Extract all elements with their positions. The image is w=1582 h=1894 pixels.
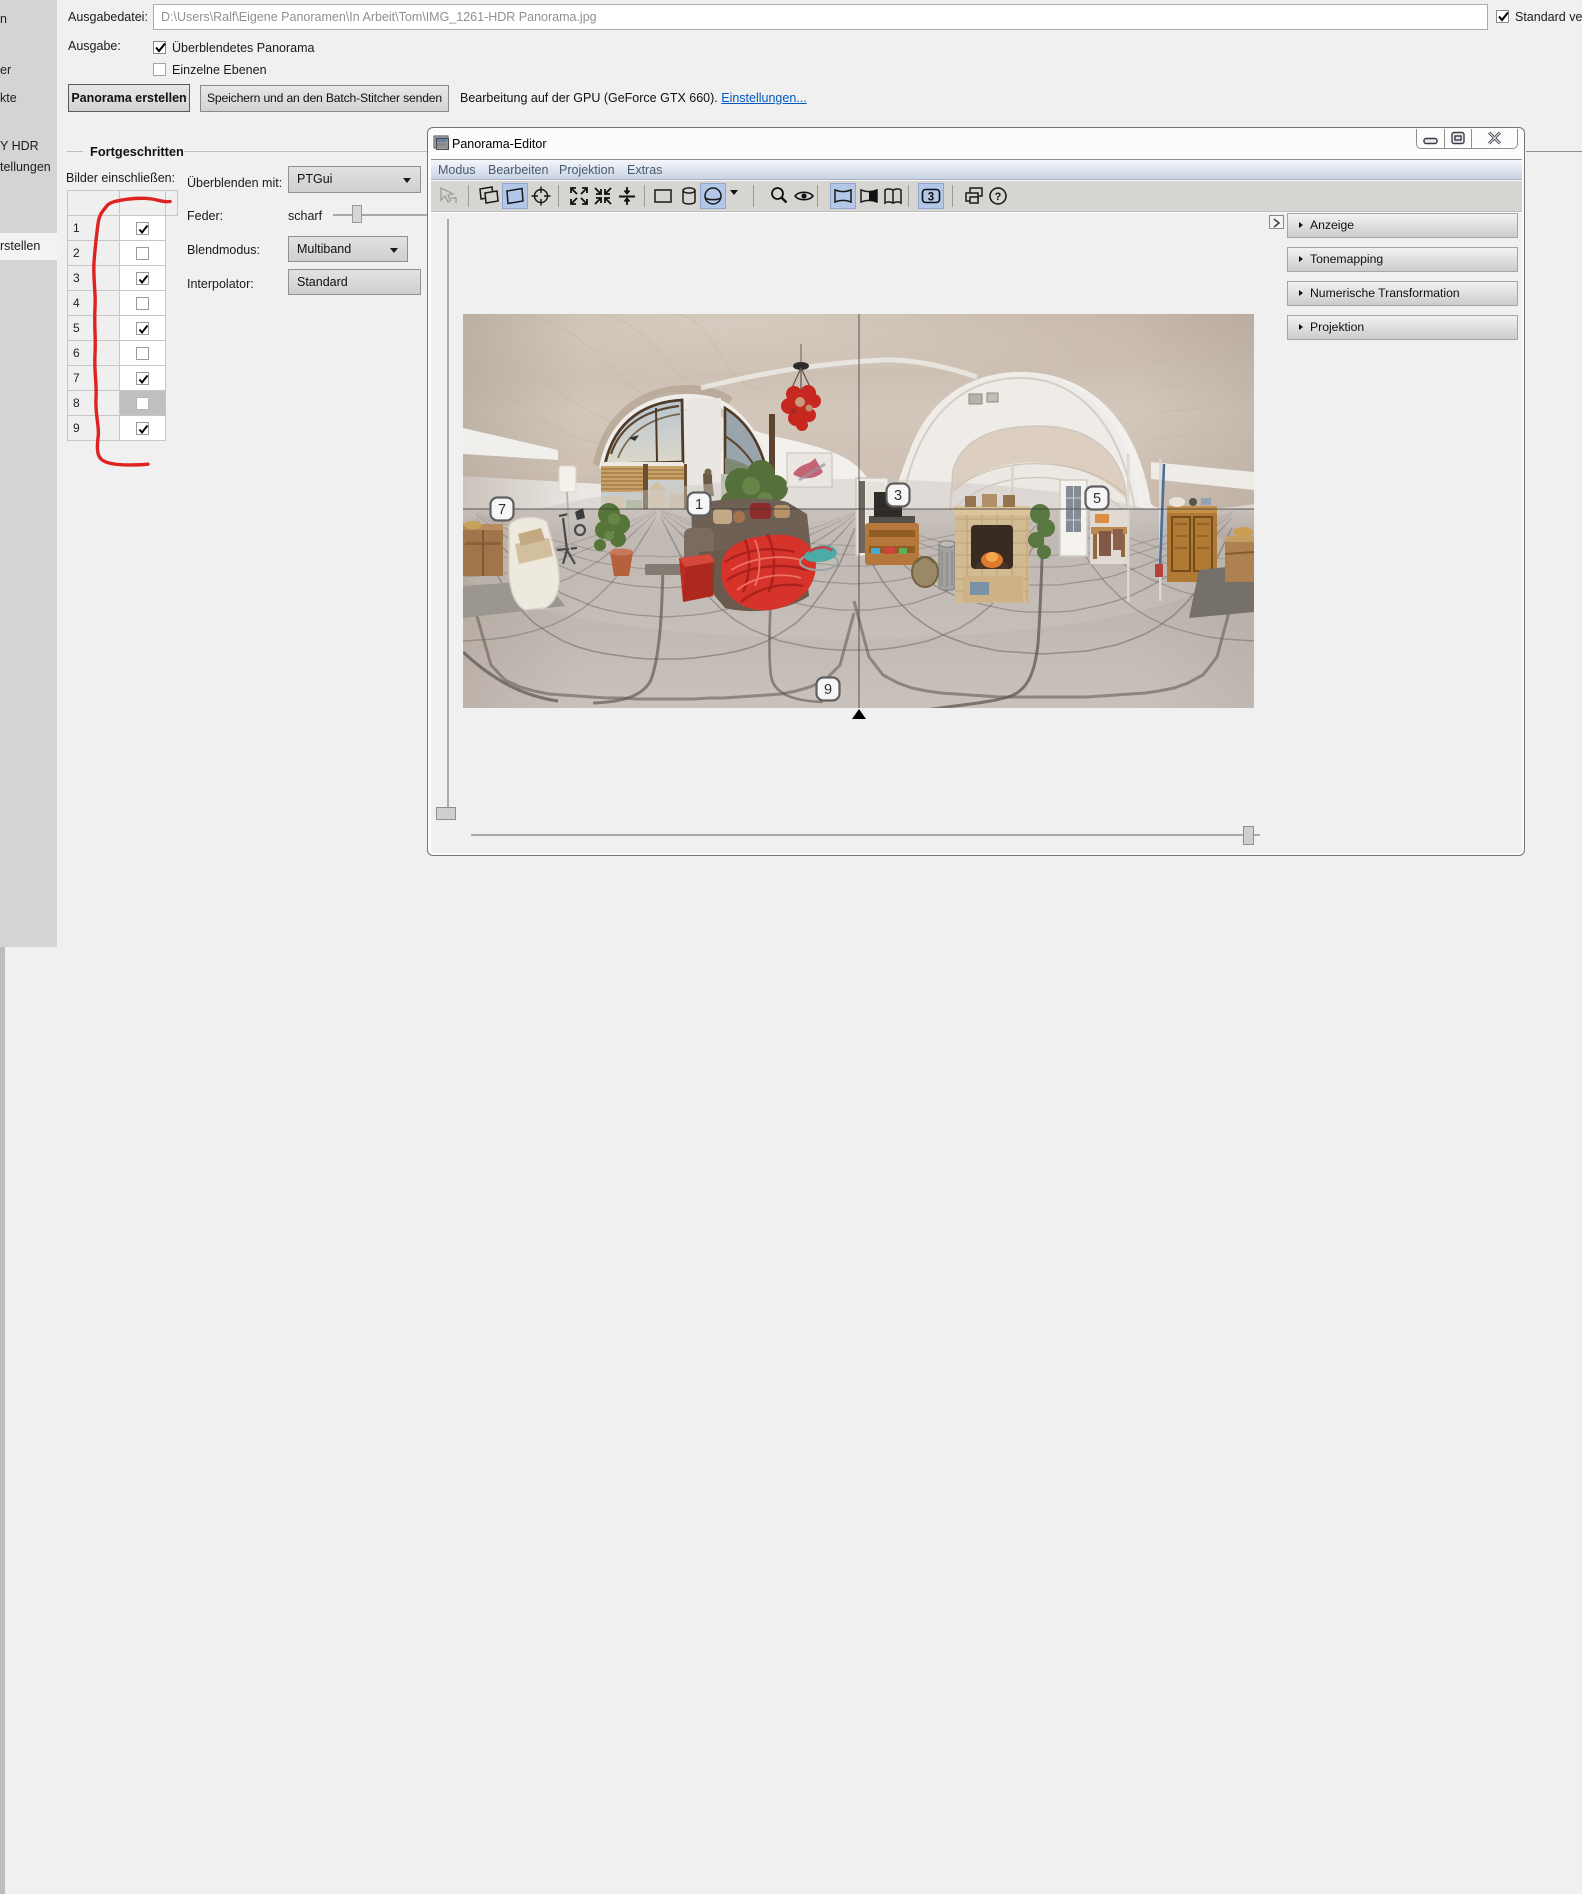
svg-text:5: 5 bbox=[1093, 491, 1101, 507]
svg-text:1: 1 bbox=[695, 497, 703, 513]
svg-text:3: 3 bbox=[894, 488, 902, 504]
svg-text:?: ? bbox=[995, 191, 1002, 203]
svg-text:7: 7 bbox=[498, 502, 506, 518]
svg-text:3: 3 bbox=[928, 192, 934, 204]
svg-text:9: 9 bbox=[824, 682, 832, 698]
